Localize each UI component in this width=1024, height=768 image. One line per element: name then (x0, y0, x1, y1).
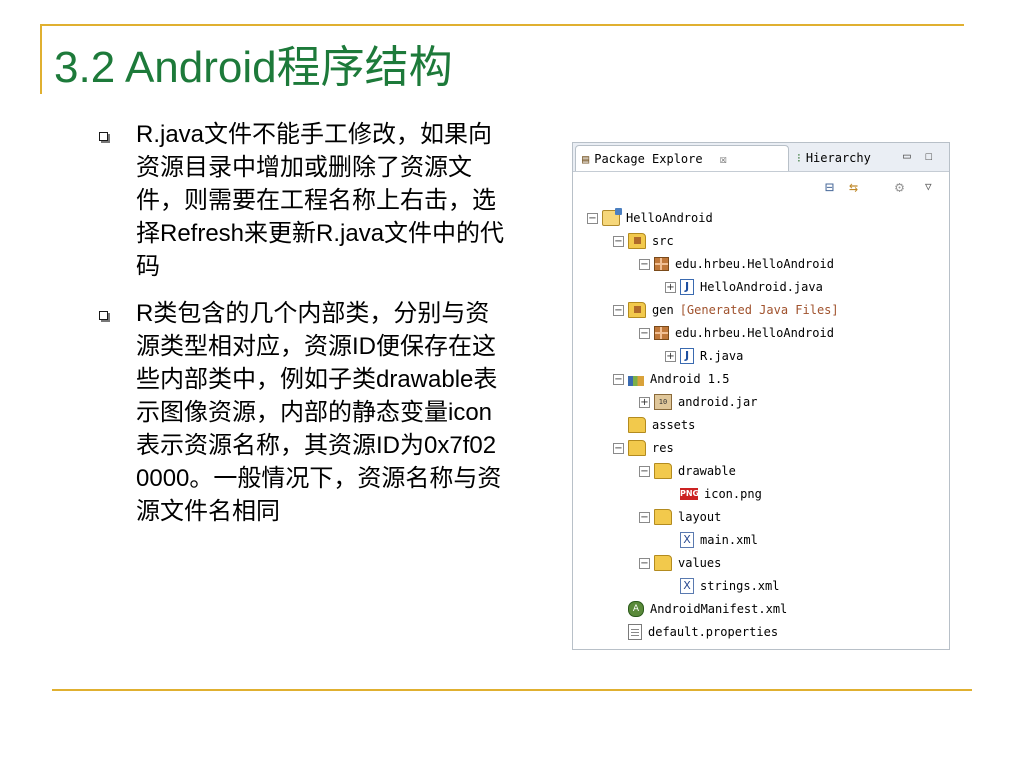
expand-toggle-icon[interactable]: + (639, 396, 650, 408)
tree-item-label: strings.xml (700, 579, 780, 593)
tree-item-label: icon.png (704, 487, 762, 501)
tree-item-label: default.properties (648, 625, 779, 639)
xml-file-icon: X (680, 532, 694, 548)
collapse-toggle-icon[interactable]: − (613, 235, 624, 247)
footer-rule (52, 689, 972, 691)
collapse-toggle-icon[interactable]: − (613, 304, 624, 316)
generated-files-decoration: [Generated Java Files] (679, 303, 839, 317)
tab-hierarchy[interactable]: ⁝ Hierarchy (791, 145, 891, 171)
folder-icon (654, 509, 672, 525)
tree-item-label: android.jar (678, 395, 758, 409)
source-folder-icon (628, 233, 646, 249)
tree-item-helloandroid-java[interactable]: + J HelloAndroid.java (665, 276, 823, 298)
tree-item-label: res (652, 441, 674, 455)
tree-item-android-manifest[interactable]: A AndroidManifest.xml (613, 598, 787, 620)
xml-file-icon: X (680, 578, 694, 594)
tree-item-package[interactable]: − edu.hrbeu.HelloAndroid (639, 253, 834, 275)
tree-item-label: AndroidManifest.xml (650, 602, 788, 616)
collapse-toggle-icon[interactable]: − (639, 465, 650, 477)
project-icon (602, 208, 622, 226)
bullet-list: R.java文件不能手工修改，如果向资源目录中增加或删除了资源文件，则需要在工程… (96, 118, 516, 542)
title-left-rule (40, 24, 42, 94)
tree-item-assets[interactable]: assets (613, 414, 695, 436)
tree-item-strings-xml[interactable]: X strings.xml (665, 575, 779, 597)
tree-item-r-java[interactable]: + J R.java (665, 345, 743, 367)
tree-item-package[interactable]: − edu.hrbeu.HelloAndroid (639, 322, 834, 344)
tree-item-label: gen (652, 303, 674, 317)
tree-item-label: src (652, 234, 674, 248)
collapse-toggle-icon[interactable]: − (639, 511, 650, 523)
tree-item-layout[interactable]: − layout (639, 506, 721, 528)
png-file-icon: PNG (680, 488, 700, 500)
maximize-button[interactable]: ☐ (925, 149, 933, 164)
hierarchy-icon: ⁝ (797, 151, 801, 165)
manifest-icon: A (628, 601, 644, 617)
tree-item-label: R.java (700, 349, 744, 363)
source-folder-icon (628, 302, 646, 318)
package-explorer-panel: ▤ Package Explore ☒ ⁝ Hierarchy ▭ ☐ ⊟ ⇆ … (572, 142, 950, 650)
package-icon (654, 257, 669, 271)
tree-item-label: Android 1.5 (650, 372, 730, 386)
expand-toggle-icon[interactable]: + (665, 350, 676, 362)
tree-item-values[interactable]: − values (639, 552, 721, 574)
tree-item-label: edu.hrbeu.HelloAndroid (675, 257, 834, 271)
tree-item-main-xml[interactable]: X main.xml (665, 529, 758, 551)
tree-item-res[interactable]: − res (613, 437, 674, 459)
tab-package-explorer[interactable]: ▤ Package Explore ☒ (575, 145, 789, 171)
view-menu-icon[interactable]: ⚙ (895, 178, 904, 196)
jar-icon: 10 (654, 394, 672, 410)
square-bullet-icon (99, 132, 108, 141)
chevron-down-icon[interactable]: ▽ (925, 180, 932, 193)
package-explorer-icon: ▤ (582, 151, 590, 166)
folder-icon (628, 417, 646, 433)
collapse-toggle-icon[interactable]: − (639, 327, 650, 339)
collapse-toggle-icon[interactable]: − (613, 442, 624, 454)
package-icon (654, 326, 669, 340)
collapse-toggle-icon[interactable]: − (639, 557, 650, 569)
tree-item-src[interactable]: − src (613, 230, 674, 252)
view-tab-bar: ▤ Package Explore ☒ ⁝ Hierarchy ▭ ☐ (573, 143, 949, 172)
java-file-icon: J (680, 279, 694, 295)
tree-item-gen[interactable]: − gen [Generated Java Files] (613, 299, 839, 321)
tree-item-label: drawable (678, 464, 736, 478)
tree-item-label: HelloAndroid.java (700, 280, 823, 294)
tree-item-label: values (678, 556, 722, 570)
slide-title: 3.2 Android程序结构 (54, 43, 453, 92)
tree-item-android-library[interactable]: − Android 1.5 (613, 368, 729, 390)
expand-toggle-icon[interactable]: + (665, 281, 676, 293)
collapse-toggle-icon[interactable]: − (639, 258, 650, 270)
file-icon (628, 624, 642, 640)
tree-item-helloandroid[interactable]: − HelloAndroid (587, 207, 713, 229)
library-icon (628, 376, 644, 386)
close-icon[interactable]: ☒ (720, 152, 727, 166)
tree-item-icon-png[interactable]: PNG icon.png (665, 483, 762, 505)
collapse-toggle-icon[interactable]: − (613, 373, 624, 385)
tree-item-label: assets (652, 418, 696, 432)
title-top-rule (40, 24, 964, 26)
bullet-text: R类包含的几个内部类，分别与资源类型相对应，资源ID便保存在这些内部类中，例如子… (136, 300, 502, 525)
tab-label: Package Explore (594, 151, 703, 166)
link-with-editor-icon[interactable]: ⇆ (849, 178, 858, 196)
tree-item-android-jar[interactable]: + 10 android.jar (639, 391, 757, 413)
square-bullet-icon (99, 311, 108, 320)
tree-item-label: main.xml (700, 533, 758, 547)
folder-icon (654, 463, 672, 479)
tree-item-default-properties[interactable]: default.properties (613, 621, 778, 643)
tab-label: Hierarchy (805, 151, 871, 165)
minimize-button[interactable]: ▭ (903, 149, 911, 164)
tree-item-label: edu.hrbeu.HelloAndroid (675, 326, 834, 340)
folder-icon (654, 555, 672, 571)
tree-item-label: layout (678, 510, 722, 524)
collapse-toggle-icon[interactable]: − (587, 212, 598, 224)
bullet-text: R.java文件不能手工修改，如果向资源目录中增加或删除了资源文件，则需要在工程… (136, 121, 505, 280)
collapse-all-icon[interactable]: ⊟ (825, 178, 834, 196)
view-toolbar: ⊟ ⇆ ⚙ ▽ (573, 172, 949, 202)
java-file-icon: J (680, 348, 694, 364)
bullet-item: R.java文件不能手工修改，如果向资源目录中增加或删除了资源文件，则需要在工程… (96, 118, 516, 283)
tree-item-label: HelloAndroid (626, 211, 713, 225)
tree-item-drawable[interactable]: − drawable (639, 460, 736, 482)
folder-icon (628, 440, 646, 456)
bullet-item: R类包含的几个内部类，分别与资源类型相对应，资源ID便保存在这些内部类中，例如子… (96, 297, 516, 528)
